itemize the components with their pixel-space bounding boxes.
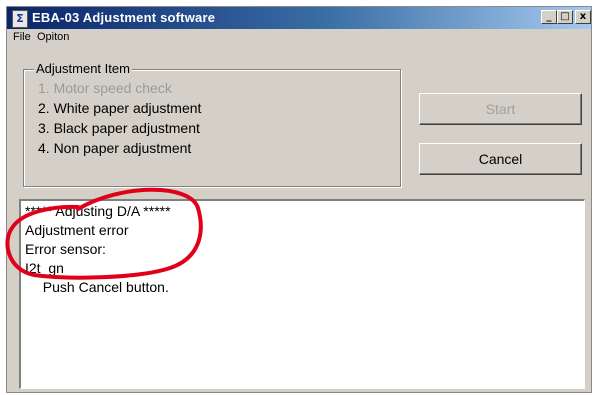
maximize-button[interactable]: □	[557, 10, 573, 24]
adjustment-item-label: Adjustment Item	[34, 61, 132, 76]
app-icon[interactable]: Σ	[12, 10, 28, 28]
minimize-button[interactable]: _	[541, 10, 557, 24]
item-black-paper-adjustment[interactable]: 3. Black paper adjustment	[38, 120, 200, 136]
log-output[interactable]: ***** Adjusting D/A ***** Adjustment err…	[19, 199, 585, 389]
log-line: Push Cancel button.	[35, 279, 169, 295]
menu-option[interactable]: Opiton	[37, 31, 69, 43]
app-window: Σ EBA-03 Adjustment software _ □ x File …	[6, 6, 592, 393]
item-non-paper-adjustment[interactable]: 4. Non paper adjustment	[38, 140, 191, 156]
log-line: Error sensor:	[25, 241, 106, 257]
item-white-paper-adjustment[interactable]: 2. White paper adjustment	[38, 100, 201, 116]
adjustment-item-group: Adjustment Item 1. Motor speed check 2. …	[23, 61, 401, 187]
item-motor-speed-check[interactable]: 1. Motor speed check	[38, 80, 172, 96]
log-line: Adjustment error	[25, 222, 129, 238]
start-button[interactable]: Start	[419, 93, 582, 125]
close-button[interactable]: x	[575, 10, 591, 24]
log-line: ***** Adjusting D/A *****	[25, 203, 171, 219]
cancel-button[interactable]: Cancel	[419, 143, 582, 175]
title-bar[interactable]: Σ EBA-03 Adjustment software _ □ x	[7, 7, 591, 29]
menu-bar: File Opiton	[7, 29, 591, 47]
menu-file[interactable]: File	[13, 31, 31, 43]
log-line: I2t_gn	[25, 260, 64, 276]
window-title: EBA-03 Adjustment software	[32, 10, 216, 25]
